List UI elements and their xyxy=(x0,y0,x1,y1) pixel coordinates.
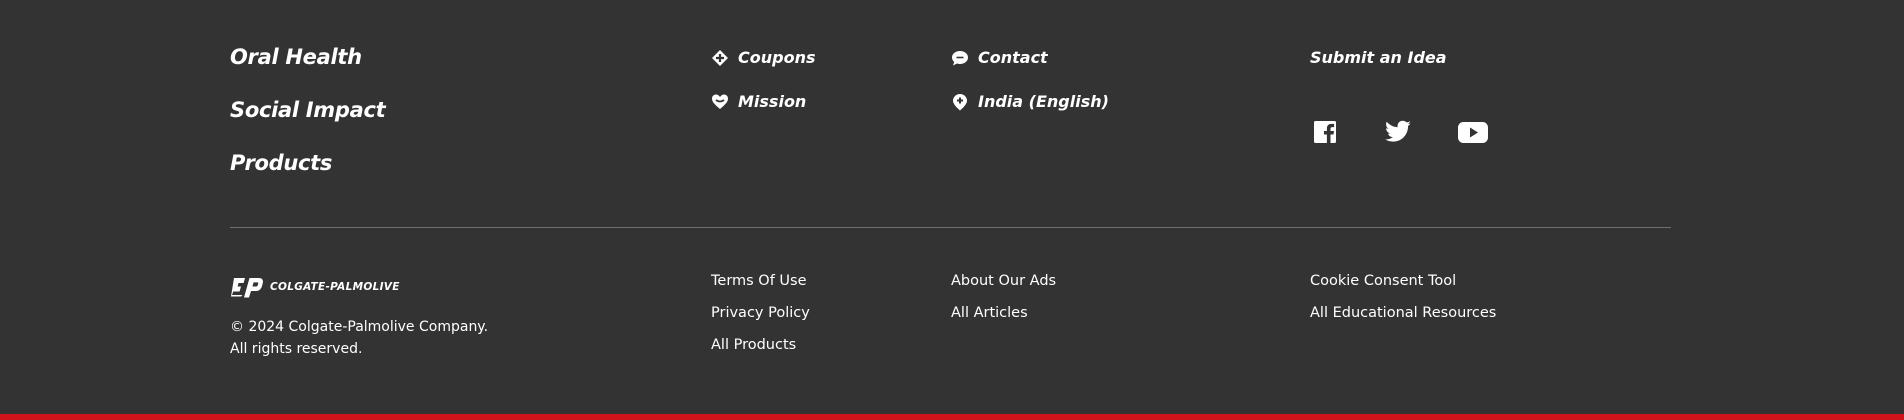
terms-of-use-link[interactable]: Terms Of Use xyxy=(711,273,807,289)
region-selector-link[interactable]: India (English) xyxy=(951,92,1109,111)
submit-idea-link[interactable]: Submit an Idea xyxy=(1310,48,1447,67)
copyright-line-1: © 2024 Colgate-Palmolive Company. xyxy=(230,319,489,335)
chat-bubble-icon xyxy=(951,49,969,67)
copyright-text: © 2024 Colgate-Palmolive Company. All ri… xyxy=(230,316,488,360)
cp-logo-icon xyxy=(231,278,263,298)
coupons-link[interactable]: Coupons xyxy=(711,48,815,67)
youtube-icon xyxy=(1458,122,1488,143)
youtube-link[interactable] xyxy=(1457,118,1488,146)
heart-icon xyxy=(711,93,729,111)
mission-link[interactable]: Mission xyxy=(711,92,806,111)
nav-products[interactable]: Products xyxy=(230,151,332,175)
location-pin-icon xyxy=(951,93,969,111)
facebook-link[interactable] xyxy=(1311,118,1341,146)
contact-label: Contact xyxy=(978,48,1048,67)
coupon-tag-icon xyxy=(711,49,729,67)
nav-oral-health[interactable]: Oral Health xyxy=(230,45,362,69)
footer-divider xyxy=(230,227,1671,228)
mission-label: Mission xyxy=(738,92,807,111)
twitter-icon xyxy=(1385,120,1411,142)
colgate-palmolive-logo[interactable]: COLGATE-PALMOLIVE xyxy=(230,275,400,299)
cookie-consent-tool-link[interactable]: Cookie Consent Tool xyxy=(1310,273,1456,289)
coupons-label: Coupons xyxy=(738,48,816,67)
copyright-line-2: All rights reserved. xyxy=(230,341,363,357)
all-articles-link[interactable]: All Articles xyxy=(951,305,1028,321)
site-footer: Oral Health Social Impact Products Coupo… xyxy=(0,0,1904,420)
twitter-link[interactable] xyxy=(1383,118,1413,146)
brand-accent-bar xyxy=(0,414,1904,420)
about-our-ads-link[interactable]: About Our Ads xyxy=(951,273,1056,289)
all-educational-resources-link[interactable]: All Educational Resources xyxy=(1310,305,1496,321)
nav-social-impact[interactable]: Social Impact xyxy=(230,98,386,122)
logo-wordmark: COLGATE-PALMOLIVE xyxy=(270,281,400,293)
facebook-icon xyxy=(1314,121,1336,143)
contact-link[interactable]: Contact xyxy=(951,48,1048,67)
all-products-link[interactable]: All Products xyxy=(711,337,796,353)
privacy-policy-link[interactable]: Privacy Policy xyxy=(711,305,810,321)
region-label: India (English) xyxy=(978,92,1109,111)
